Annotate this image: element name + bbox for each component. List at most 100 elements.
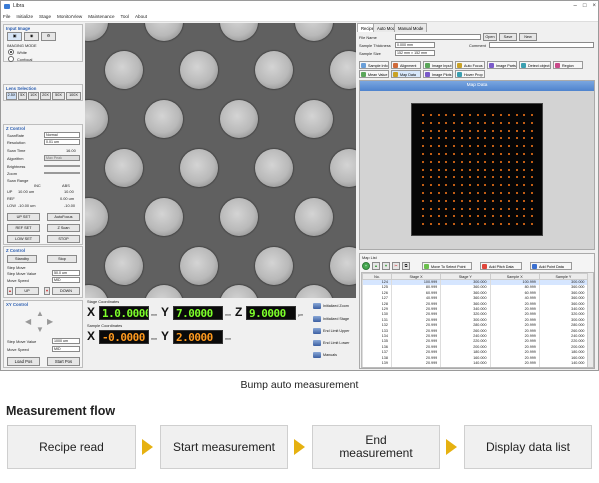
camera-view[interactable] [85,23,356,298]
map-point[interactable] [492,114,495,116]
add-point-data-button[interactable]: Add Point Data [530,262,572,270]
map-point[interactable] [507,192,510,194]
map-point[interactable] [484,121,487,124]
map-point[interactable] [422,121,424,124]
camera-button[interactable]: ▣ [7,32,22,41]
map-point[interactable] [484,145,487,148]
map-point[interactable] [531,184,534,187]
map-point[interactable] [468,137,471,140]
xy-move-speed-select[interactable]: MID [52,346,80,352]
resolution-select[interactable]: 0.01 um [44,139,80,145]
map-point[interactable] [476,207,479,210]
map-point[interactable] [461,168,463,171]
map-point[interactable] [531,192,534,194]
map-point[interactable] [445,199,448,202]
move-up-icon[interactable]: ▲ [372,262,380,270]
z-stop-button[interactable]: Stop [47,255,77,263]
white-radio[interactable] [8,49,14,55]
map-point[interactable] [461,207,463,210]
map-point[interactable] [468,176,471,179]
map-point[interactable] [422,207,424,210]
map-point[interactable] [461,153,463,155]
map-point[interactable] [523,192,526,194]
map-point[interactable] [515,199,518,202]
map-point[interactable] [445,176,448,179]
map-point[interactable] [515,215,518,218]
end-limit-upper-button[interactable]: End Limit Upper [313,326,355,336]
map-point[interactable] [461,137,463,140]
map-point[interactable] [484,168,487,171]
map-point[interactable] [437,137,440,140]
map-point[interactable] [453,160,456,163]
z-up-button[interactable]: UP [15,287,39,295]
map-point[interactable] [468,207,471,210]
add-pitch-data-button[interactable]: Add Pitch Data [480,262,522,270]
confocal-radio[interactable] [8,56,14,62]
map-point[interactable] [531,199,534,202]
map-point[interactable] [484,223,487,226]
map-point[interactable] [453,223,456,226]
map-point[interactable] [492,199,495,202]
map-point[interactable] [531,145,534,148]
map-point[interactable] [422,160,424,163]
map-point[interactable] [468,153,471,155]
initialized-zoom-button[interactable]: Initialized Zoom [313,301,355,311]
stop-button[interactable]: STOP [47,235,80,243]
map-point[interactable] [422,192,424,194]
map-point[interactable] [507,184,510,187]
map-point[interactable] [484,207,487,210]
algorithm-select[interactable]: Max Peak [44,155,80,161]
save-button[interactable]: Save [499,33,517,41]
map-point[interactable] [523,145,526,148]
map-point[interactable] [461,121,463,124]
ribbon-hover-prop-button[interactable]: Hover Prop [455,70,485,78]
map-point[interactable] [461,176,463,179]
map-point[interactable] [429,199,432,202]
map-point[interactable] [468,145,471,148]
map-point[interactable] [492,121,495,124]
map-point[interactable] [453,121,456,124]
menu-initialize[interactable]: Initialize [16,12,33,21]
map-point[interactable] [531,121,534,124]
map-point[interactable] [437,223,440,226]
low-set-button[interactable]: LOW SET [7,235,40,243]
map-point[interactable] [445,160,448,163]
map-point[interactable] [422,114,424,116]
z-down-button[interactable]: DOWN [52,287,80,295]
map-point[interactable] [492,192,495,194]
map-point[interactable] [445,192,448,194]
map-point[interactable] [453,137,456,140]
new-button[interactable]: New [519,33,537,41]
map-point[interactable] [507,168,510,171]
ribbon-image-parts-button[interactable]: Image Parts [487,61,517,69]
map-point[interactable] [507,199,510,202]
map-point[interactable] [500,199,502,202]
map-point[interactable] [461,199,463,202]
map-point[interactable] [468,192,471,194]
map-point[interactable] [476,215,479,218]
map-point[interactable] [445,129,448,132]
map-point[interactable] [468,199,471,202]
map-point[interactable] [515,176,518,179]
map-point[interactable] [492,129,495,132]
z-up-icon[interactable]: ▲ [7,287,13,295]
map-point[interactable] [523,223,526,226]
map-point[interactable] [531,176,534,179]
comment-field[interactable] [489,42,594,48]
map-point[interactable] [492,184,495,187]
map-point[interactable] [500,176,502,179]
map-point[interactable] [515,223,518,226]
map-point[interactable] [461,129,463,132]
ribbon-image-input-button[interactable]: Image Input [423,61,453,69]
map-point[interactable] [531,137,534,140]
xy-up-arrow-icon[interactable]: ▲ [36,309,44,318]
map-point[interactable] [437,207,440,210]
map-point[interactable] [523,184,526,187]
map-point[interactable] [461,145,463,148]
map-point[interactable] [523,176,526,179]
map-point[interactable] [500,223,502,226]
map-point[interactable] [437,153,440,155]
lens-2-5x-button[interactable]: 2.5X [6,92,17,100]
file-name-field[interactable] [395,34,481,40]
map-point[interactable] [445,207,448,210]
